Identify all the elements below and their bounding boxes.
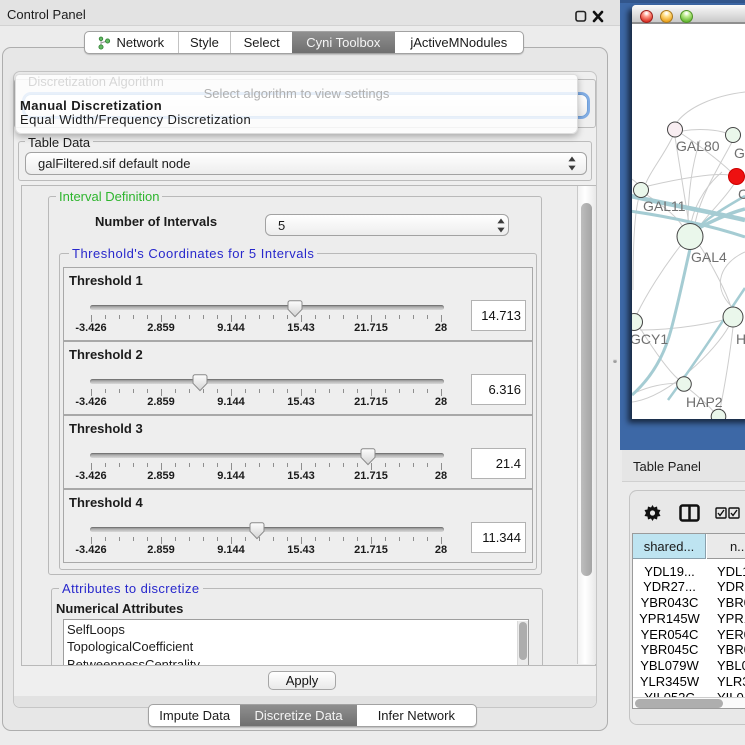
svg-text:GAL11: GAL11 (643, 198, 686, 214)
svg-text:GAL80: GAL80 (676, 138, 720, 154)
svg-text:H: H (736, 331, 745, 347)
svg-text:C: C (738, 186, 745, 202)
svg-text:GCY1: GCY1 (632, 331, 668, 347)
svg-text:GA: GA (734, 145, 745, 161)
svg-text:GAL4: GAL4 (691, 249, 727, 265)
svg-text:HAP2: HAP2 (686, 394, 723, 410)
